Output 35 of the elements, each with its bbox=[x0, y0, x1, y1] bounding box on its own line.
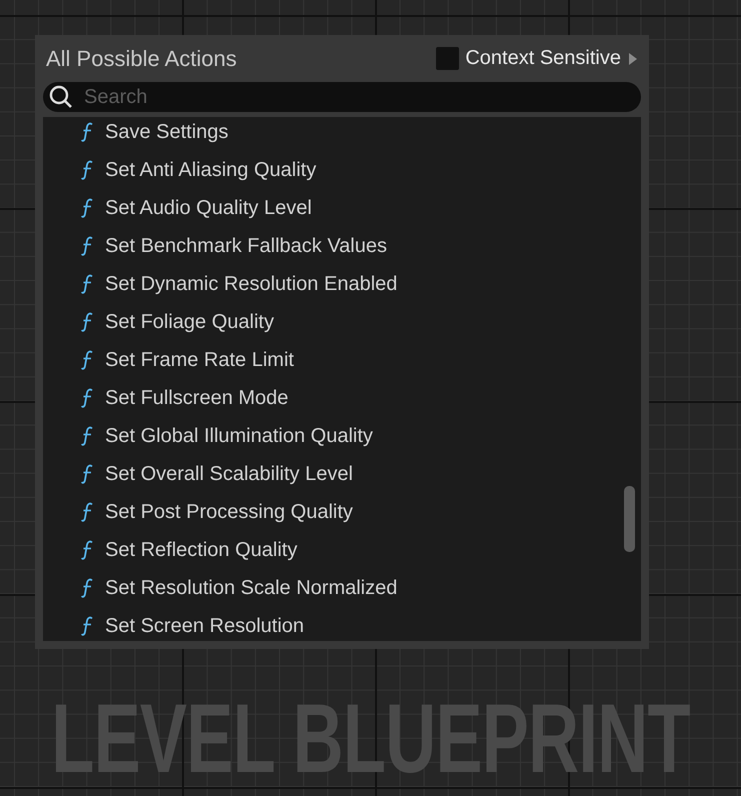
menu-title: All Possible Actions bbox=[46, 46, 238, 72]
function-icon bbox=[81, 273, 95, 295]
graph-type-label: LEVEL BLUEPRINT bbox=[51, 689, 690, 787]
action-item[interactable]: Set Frame Rate Limit bbox=[43, 341, 641, 379]
search-field[interactable]: Search bbox=[43, 82, 641, 112]
action-item[interactable]: Set Resolution Scale Normalized bbox=[43, 569, 641, 607]
checkbox-icon[interactable] bbox=[436, 47, 460, 70]
function-icon bbox=[81, 159, 95, 181]
function-icon bbox=[81, 615, 95, 637]
action-item[interactable]: Set Post Processing Quality bbox=[43, 493, 641, 531]
expand-arrow-icon[interactable] bbox=[629, 52, 637, 64]
function-icon bbox=[81, 387, 95, 409]
action-item[interactable]: Set Reflection Quality bbox=[43, 531, 641, 569]
function-icon bbox=[81, 121, 95, 143]
function-icon bbox=[81, 463, 95, 485]
action-item[interactable]: Set Foliage Quality bbox=[43, 303, 641, 341]
action-item[interactable]: Set Fullscreen Mode bbox=[43, 379, 641, 417]
function-icon bbox=[81, 349, 95, 371]
function-icon bbox=[81, 539, 95, 561]
action-item[interactable]: Set Anti Aliasing Quality bbox=[43, 151, 641, 189]
context-sensitive-checkbox[interactable]: Context Sensitive bbox=[436, 47, 621, 70]
function-icon bbox=[81, 311, 95, 333]
action-item[interactable]: Save Settings bbox=[43, 117, 641, 151]
scrollbar-thumb[interactable] bbox=[624, 486, 635, 552]
action-item[interactable]: Set Benchmark Fallback Values bbox=[43, 227, 641, 265]
function-icon bbox=[81, 501, 95, 523]
function-icon bbox=[81, 235, 95, 257]
function-icon bbox=[81, 425, 95, 447]
action-item[interactable]: Set Dynamic Resolution Enabled bbox=[43, 265, 641, 303]
function-icon bbox=[81, 577, 95, 599]
action-item[interactable]: Set Overall Scalability Level bbox=[43, 455, 641, 493]
action-item[interactable]: Set Audio Quality Level bbox=[43, 189, 641, 227]
action-item[interactable]: Set Global Illumination Quality bbox=[43, 417, 641, 455]
action-item[interactable]: Set Screen Resolution bbox=[43, 607, 641, 641]
function-icon bbox=[81, 197, 95, 219]
